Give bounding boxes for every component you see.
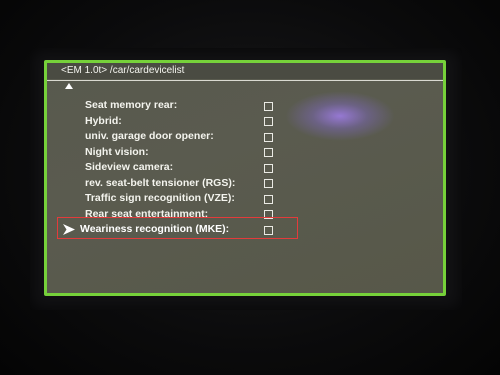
infotainment-screen: <EM 1.0t> /car/cardevicelist Seat memory… <box>44 60 446 296</box>
car-device-list: Seat memory rear: Hybrid: univ. garage d… <box>47 98 443 238</box>
photo-stage: <EM 1.0t> /car/cardevicelist Seat memory… <box>0 0 500 375</box>
checkbox-rear-seat-entertainment[interactable] <box>264 210 273 219</box>
list-item-traffic-sign-recognition[interactable]: Traffic sign recognition (VZE): <box>47 191 443 207</box>
list-item-label: Seat memory rear: <box>85 99 178 111</box>
list-item-label: rev. seat-belt tensioner (RGS): <box>85 176 236 189</box>
list-item-label: Weariness recognition (MKE): <box>80 223 230 235</box>
list-item-weariness-recognition[interactable]: Weariness recognition (MKE): <box>47 222 443 238</box>
list-item-garage-door-opener[interactable]: univ. garage door opener: <box>47 129 443 145</box>
list-item-seat-memory-rear[interactable]: Seat memory rear: <box>47 98 443 114</box>
checkbox-weariness-recognition[interactable] <box>264 225 273 235</box>
checkbox-night-vision[interactable] <box>264 148 273 157</box>
list-item-label: Hybrid: <box>85 114 122 127</box>
list-item-label: Night vision: <box>85 145 149 158</box>
list-item-label: univ. garage door opener: <box>85 130 214 142</box>
checkbox-seat-belt-tensioner[interactable] <box>264 179 273 188</box>
list-item-rear-seat-entertainment[interactable]: Rear seat entertainment: <box>47 207 443 223</box>
list-item-label: Sideview camera: <box>85 161 174 173</box>
title-divider <box>47 80 443 81</box>
list-item-night-vision[interactable]: Night vision: <box>47 145 443 161</box>
list-item-sideview-camera[interactable]: Sideview camera: <box>47 160 443 176</box>
list-item-label: Traffic sign recognition (VZE): <box>85 192 235 204</box>
checkbox-seat-memory-rear[interactable] <box>264 101 273 111</box>
pointer-arrow-icon <box>63 224 75 235</box>
screen-title: <EM 1.0t> /car/cardevicelist <box>47 63 443 79</box>
list-item-label: Rear seat entertainment: <box>85 207 209 220</box>
list-item-hybrid[interactable]: Hybrid: <box>47 114 443 130</box>
list-item-seat-belt-tensioner[interactable]: rev. seat-belt tensioner (RGS): <box>47 176 443 192</box>
checkbox-hybrid[interactable] <box>264 117 273 126</box>
checkbox-garage-door-opener[interactable] <box>264 132 273 142</box>
scroll-up-icon[interactable] <box>65 83 73 89</box>
checkbox-traffic-sign-recognition[interactable] <box>264 194 273 204</box>
checkbox-sideview-camera[interactable] <box>264 163 273 173</box>
